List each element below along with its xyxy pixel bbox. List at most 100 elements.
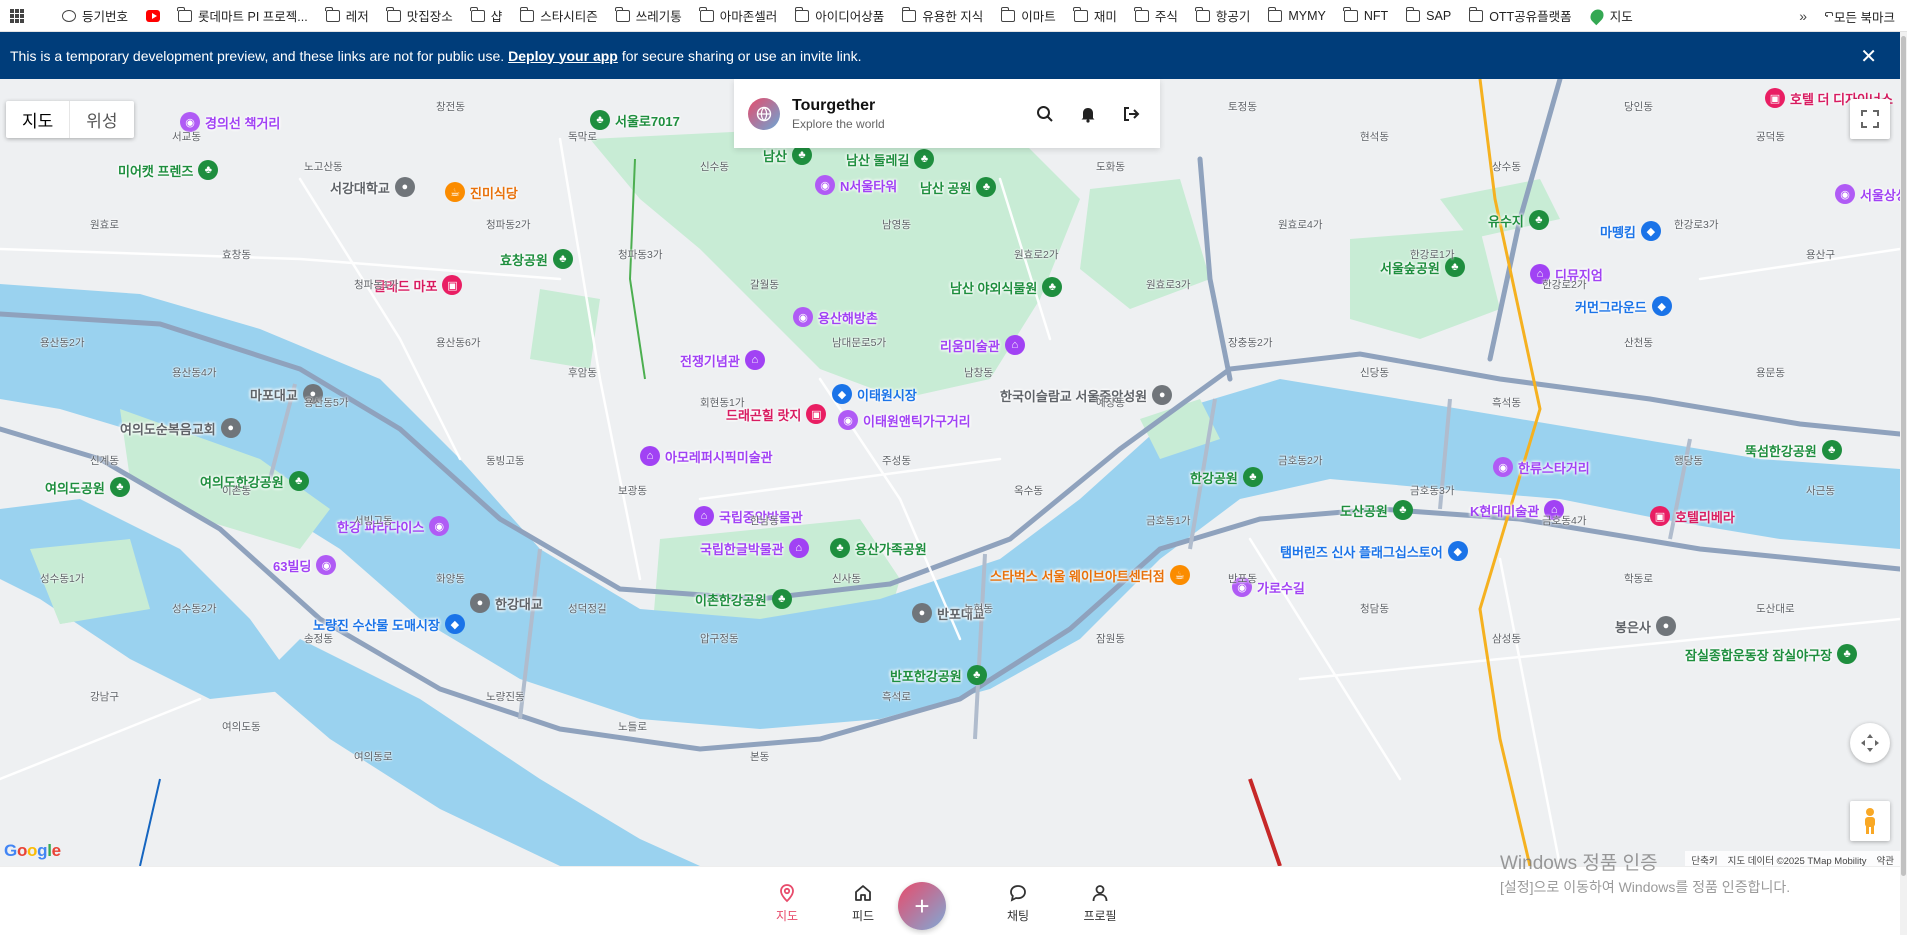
maps-pin-icon <box>1587 6 1606 25</box>
map-poi[interactable]: 남산 공원 ♣ <box>920 177 997 197</box>
map-poi[interactable]: 서강대학교 ● <box>330 177 415 197</box>
poi-label: 봉은사 <box>1615 619 1651 635</box>
map-poi[interactable]: ◉ 용산해방촌 <box>793 307 878 327</box>
map-type-map-button[interactable]: 지도 <box>6 101 71 138</box>
map-poi[interactable]: ◉ 이태원앤틱가구거리 <box>838 410 971 430</box>
area-label: 후암동 <box>568 367 597 379</box>
poi-label: 이태원시장 <box>857 387 917 403</box>
map-poi[interactable]: 여의도공원 ♣ <box>45 477 130 497</box>
nav-profile[interactable]: 프로필 <box>1075 883 1125 924</box>
deploy-app-link[interactable]: Deploy your app <box>508 48 618 64</box>
area-label: 남창동 <box>964 367 993 379</box>
fullscreen-button[interactable] <box>1850 99 1890 139</box>
map-poi[interactable]: 탬버린즈 신사 플래그십스토어 ◆ <box>1280 541 1468 561</box>
map-type-satellite-button[interactable]: 위성 <box>70 101 133 138</box>
bookmarks-overflow-button[interactable]: » <box>1799 8 1807 24</box>
bookmark-item[interactable]: 지도 <box>1587 6 1633 25</box>
bookmark-item[interactable]: 등기번호 <box>62 6 128 25</box>
apps-button[interactable] <box>10 8 24 23</box>
map-poi[interactable]: 국립한글박물관 ⌂ <box>700 538 809 558</box>
add-post-button[interactable]: + <box>898 882 946 930</box>
map-poi[interactable]: ♣ 용산가족공원 <box>830 538 927 558</box>
bookmark-item[interactable] <box>146 6 161 25</box>
map-poi[interactable]: 도산공원 ♣ <box>1340 500 1413 520</box>
area-label: 옥수동 <box>1014 485 1043 497</box>
terms-link[interactable]: 약관 <box>1877 853 1894 866</box>
map-poi[interactable]: 스타벅스 서울 웨이브아트센터점 ☕ <box>990 565 1190 585</box>
bookmark-item[interactable]: 레저 <box>325 6 369 25</box>
poi-label: 가로수길 <box>1257 580 1305 596</box>
map-poi[interactable]: 전쟁기념관 ⌂ <box>680 350 765 370</box>
map-poi[interactable]: 미어캣 프렌즈 ♣ <box>118 160 219 180</box>
map-poi[interactable]: 반포한강공원 ♣ <box>890 665 987 685</box>
street-view-button[interactable] <box>1850 801 1890 841</box>
map-poi[interactable]: ◉ 서울상상나 <box>1835 184 1900 204</box>
bookmark-item[interactable]: 쓰레기통 <box>615 6 682 25</box>
park-marker-icon: ♣ <box>288 471 309 491</box>
bookmark-item[interactable]: 유용한 지식 <box>901 6 983 25</box>
map-poi[interactable]: 유수지 ♣ <box>1488 210 1549 230</box>
search-button[interactable] <box>1034 103 1056 125</box>
map-poi[interactable]: ◉ 한류스타거리 <box>1493 457 1590 477</box>
camera-control-button[interactable] <box>1850 723 1890 763</box>
bookmark-item[interactable]: 아마존셀러 <box>699 6 777 25</box>
map-poi[interactable]: 남산 야외식물원 ♣ <box>950 277 1063 297</box>
poi-label: 여의도순복음교회 <box>120 421 216 437</box>
map-poi[interactable]: ◆ 이태원시장 <box>832 384 917 404</box>
bookmark-item[interactable]: 롯데마트 PI 프로젝... <box>177 6 308 25</box>
map-poi[interactable]: 노량진 수산물 도매시장 ◆ <box>313 614 465 634</box>
map-poi[interactable]: ◉ N서울타워 <box>815 175 897 195</box>
poi-label: 남산 공원 <box>920 180 972 196</box>
logout-button[interactable] <box>1120 103 1142 125</box>
map-poi[interactable]: 효창공원 ♣ <box>500 249 573 269</box>
map-poi[interactable]: ♣ 서울로7017 <box>590 110 680 130</box>
map-poi[interactable]: ☕ 진미식당 <box>445 182 518 202</box>
map-poi[interactable]: ● 한강대교 <box>470 593 543 613</box>
bookmark-item[interactable]: MYMY <box>1267 6 1326 25</box>
nav-map[interactable]: 지도 <box>762 883 812 924</box>
map-poi[interactable]: 한강공원 ♣ <box>1190 467 1263 487</box>
map-poi[interactable]: 커먼그라운드 ◆ <box>1575 296 1672 316</box>
map-poi[interactable]: 한국이슬람교 서울중앙성원 ● <box>1000 385 1173 405</box>
map-poi[interactable]: 63빌딩 ◉ <box>273 555 337 575</box>
map-poi[interactable]: 이촌한강공원 ♣ <box>695 589 792 609</box>
shop-marker-icon: ◆ <box>1651 296 1672 316</box>
bookmark-item[interactable]: SAP <box>1405 6 1451 25</box>
bookmark-item[interactable]: 항공기 <box>1195 6 1250 25</box>
scrollbar-thumb[interactable] <box>1901 36 1906 876</box>
banner-close-icon[interactable]: ✕ <box>1860 44 1877 69</box>
bookmark-item[interactable]: 스타시티즌 <box>519 6 598 25</box>
map-poi[interactable]: 남산 둘레길 ♣ <box>846 149 935 169</box>
map-poi[interactable]: 마뗑킴 ◆ <box>1600 221 1661 241</box>
bookmark-item[interactable]: 주식 <box>1134 6 1178 25</box>
map-poi[interactable]: 리움미술관 ⌂ <box>940 335 1025 355</box>
map-poi[interactable]: ⌂ 국립중앙박물관 <box>694 506 803 526</box>
nav-chat[interactable]: 채팅 <box>993 883 1043 924</box>
poi-label: 스타벅스 서울 웨이브아트센터점 <box>990 568 1165 584</box>
page-scrollbar[interactable] <box>1900 32 1907 935</box>
bookmark-item[interactable]: 샵 <box>470 6 502 25</box>
notifications-button[interactable] <box>1077 103 1099 125</box>
nav-feed[interactable]: 피드 <box>838 883 888 924</box>
map-poi[interactable]: ▣ 호텔리베라 <box>1650 506 1735 526</box>
map-poi[interactable]: 여의도순복음교회 ● <box>120 418 241 438</box>
bookmark-item[interactable]: OTT공유플랫폼 <box>1468 6 1572 25</box>
map-poi[interactable]: 뚝섬한강공원 ♣ <box>1745 440 1842 460</box>
bookmark-item[interactable]: 재미 <box>1073 6 1117 25</box>
area-label: 성덕정길 <box>568 603 607 615</box>
map-poi[interactable]: 남산 ♣ <box>763 145 812 165</box>
bookmark-item[interactable]: 이마트 <box>1000 6 1056 25</box>
all-bookmarks-button[interactable]: 모든 북마크 <box>1818 0 1895 31</box>
bookmark-item[interactable]: 아이디어상품 <box>794 6 884 25</box>
map-poi[interactable]: 봉은사 ● <box>1615 616 1676 636</box>
gray-marker-icon: ● <box>1655 616 1676 636</box>
map-canvas[interactable]: ◉ 경의선 책거리 미어캣 프렌즈 ♣ 서강대학교 ● ☕ 진미식당 효창공원 ♣ 글래드 마포 ▣ ♣… <box>0 79 1900 866</box>
bookmark-item[interactable]: 맛집장소 <box>386 6 453 25</box>
park-marker-icon: ♣ <box>1837 644 1858 664</box>
map-poi[interactable]: 여의도한강공원 ♣ <box>200 471 309 491</box>
bookmark-item[interactable]: NFT <box>1343 6 1388 25</box>
gray-marker-icon: ● <box>1152 385 1173 405</box>
map-poi[interactable]: ⌂ 아모레퍼시픽미술관 <box>640 446 773 466</box>
poi-label: 63빌딩 <box>273 558 312 574</box>
map-poi[interactable]: 잠실종합운동장 잠실야구장 ♣ <box>1685 644 1858 664</box>
